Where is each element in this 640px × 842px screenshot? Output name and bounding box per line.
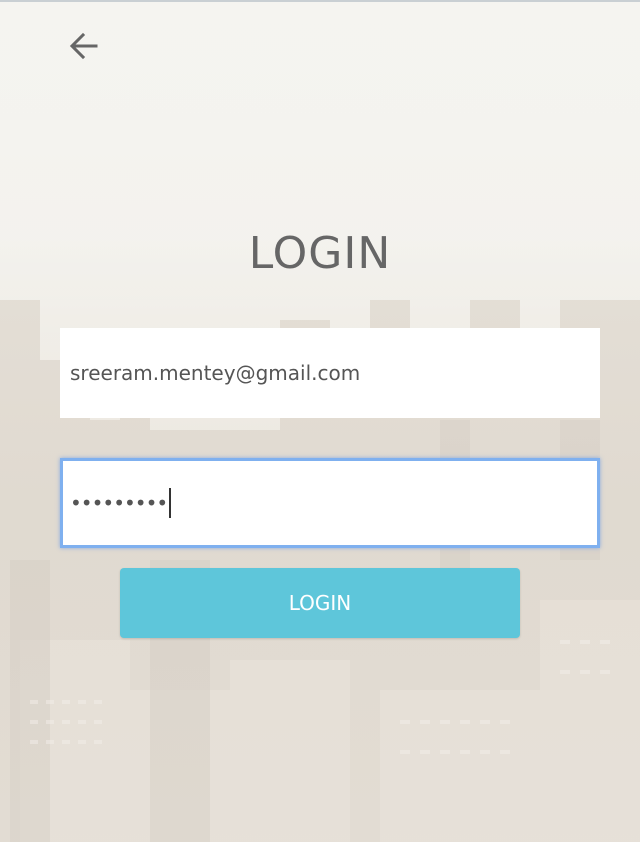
- text-cursor: [169, 488, 172, 518]
- page-title: LOGIN: [248, 228, 392, 279]
- login-button[interactable]: LOGIN: [120, 568, 520, 638]
- password-field[interactable]: •••••••••: [60, 458, 600, 548]
- back-button[interactable]: [62, 26, 106, 66]
- background-haze: [0, 0, 640, 842]
- top-border: [0, 0, 640, 2]
- arrow-left-icon: [69, 32, 98, 60]
- password-value: •••••••••: [70, 491, 168, 515]
- email-value: sreeram.mentey@gmail.com: [70, 361, 361, 385]
- login-button-label: LOGIN: [288, 591, 352, 615]
- email-field[interactable]: sreeram.mentey@gmail.com: [60, 328, 600, 418]
